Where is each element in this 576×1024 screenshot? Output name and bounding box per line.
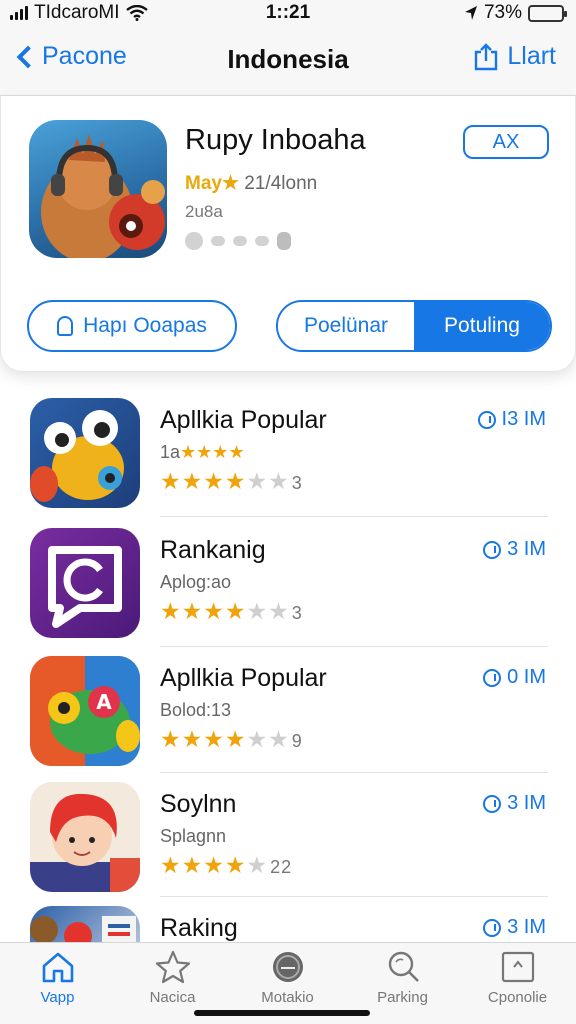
download-button[interactable]: I3 IM [477,408,546,431]
notify-button[interactable]: Hapı Ooapas [27,300,237,352]
get-button[interactable]: AX [463,125,549,159]
app-name: Rankanig [160,536,266,564]
app-icon [30,782,140,892]
tab-label: Vapp [40,989,75,1006]
download-button[interactable]: 3 IM [483,916,546,939]
featured-app-rating: May★ 21/4lonn [185,172,317,195]
tab-label: Nacica [149,989,196,1006]
rating-prefix: May [185,173,222,194]
star-rating: ★★★★★★ 3 [160,468,303,494]
app-icon: A [30,656,140,766]
divider [160,646,548,647]
battery-percent: 73% [483,2,522,23]
app-icon [30,528,140,638]
tab-bar: Vapp Nacica Motakio Parking Cponolie [0,942,576,1024]
app-subtitle: Bolod:13 [160,700,232,720]
share-icon [475,42,498,70]
download-label: 3 IM [507,792,546,814]
record-icon [272,952,303,982]
tab-updates[interactable]: Cponolie [460,949,575,1006]
download-icon [483,918,502,937]
list-item[interactable]: Soylnn Splagnn ★★★★★ 22 3 IM [0,782,576,910]
divider [160,516,548,517]
star-rating: ★★★★★★ 9 [160,726,303,752]
image-icon [501,951,534,983]
divider [160,772,548,773]
featured-app-subtitle: 2u8a [185,202,223,221]
featured-app-name: Rupy Inboaha [185,124,366,156]
rating-star-icon: ★ [221,173,240,194]
status-right: 73% [464,2,567,24]
rating-text: 21/4lonn [244,173,318,194]
home-indicator [194,1010,370,1016]
download-icon [483,540,502,559]
tab-featured[interactable]: Nacica [115,949,230,1006]
segment-left[interactable]: Poelünar [278,302,414,350]
app-name: Apllkia Popular [160,664,327,692]
featured-app-icon[interactable] [29,120,167,258]
page-dot [233,236,247,246]
download-button[interactable]: 3 IM [483,792,546,815]
tab-search[interactable]: Parking [345,949,460,1006]
search-icon [388,951,419,982]
tab-label: Cponolie [487,989,548,1006]
download-button[interactable]: 0 IM [483,666,546,689]
list-item[interactable]: Rankanig Aplog:ao ★★★★★★ 3 3 IM [0,528,576,656]
tab-label: Parking [377,989,428,1006]
share-button[interactable]: Llart [473,42,556,71]
app-subtitle-text: 1a [160,442,181,462]
rating-count: 22 [270,857,293,877]
list-item[interactable]: Raking 3 IM [0,906,576,946]
featured-app-card: Rupy Inboaha May★ 21/4lonn 2u8a AX Hapı … [0,96,576,372]
rating-count: 9 [291,731,303,751]
app-subtitle: Splagnn [160,826,227,846]
divider [160,896,548,897]
bell-icon [57,316,74,336]
app-subtitle: 1a★★★★ [160,442,245,463]
rating-count: 3 [291,603,303,623]
subtitle-stars: ★★★★ [180,442,245,462]
segmented-control: Poelünar Potuling [276,300,552,352]
download-icon [483,794,502,813]
rating-count: 3 [291,473,303,493]
app-name: Apllkia Popular [160,406,327,434]
star-icon [155,950,190,984]
notify-label: Hapı Ooapas [83,314,207,337]
page-dot [185,232,203,250]
navigation-bar: Pacone Indonesia Llart [0,26,576,96]
tab-media[interactable]: Motakio [230,949,345,1006]
download-label: 3 IM [507,916,546,938]
download-icon [483,668,502,687]
battery-icon [528,4,567,22]
download-button[interactable]: 3 IM [483,538,546,561]
download-label: I3 IM [501,408,546,430]
page-dot [211,236,225,246]
tab-home[interactable]: Vapp [0,949,115,1006]
tab-label: Motakio [261,989,314,1006]
page-dot [255,236,269,246]
app-name: Raking [160,914,238,942]
star-rating: ★★★★★★ 3 [160,598,303,624]
share-label: Llart [507,42,556,70]
download-label: 0 IM [507,666,546,688]
app-icon [30,906,140,946]
app-subtitle: Aplog:ao [160,572,232,592]
screenshot-dots [185,232,291,250]
segment-right[interactable]: Potuling [414,302,550,350]
list-item[interactable]: Apllkia Popular 1a★★★★ ★★★★★★ 3 I3 IM [0,398,576,526]
download-label: 3 IM [507,538,546,560]
status-bar: TIdcaroMI 1::21 73% [0,0,576,26]
list-item[interactable]: A Apllkia Popular Bolod:13 ★★★★★★ 9 0 IM [0,656,576,784]
app-name: Soylnn [160,790,237,818]
star-rating: ★★★★★ 22 [160,852,293,878]
location-icon [464,6,477,20]
home-icon [42,952,73,983]
svg-text:A: A [96,690,112,714]
app-icon [30,398,140,508]
page-dot [277,232,291,250]
download-icon [477,410,496,429]
